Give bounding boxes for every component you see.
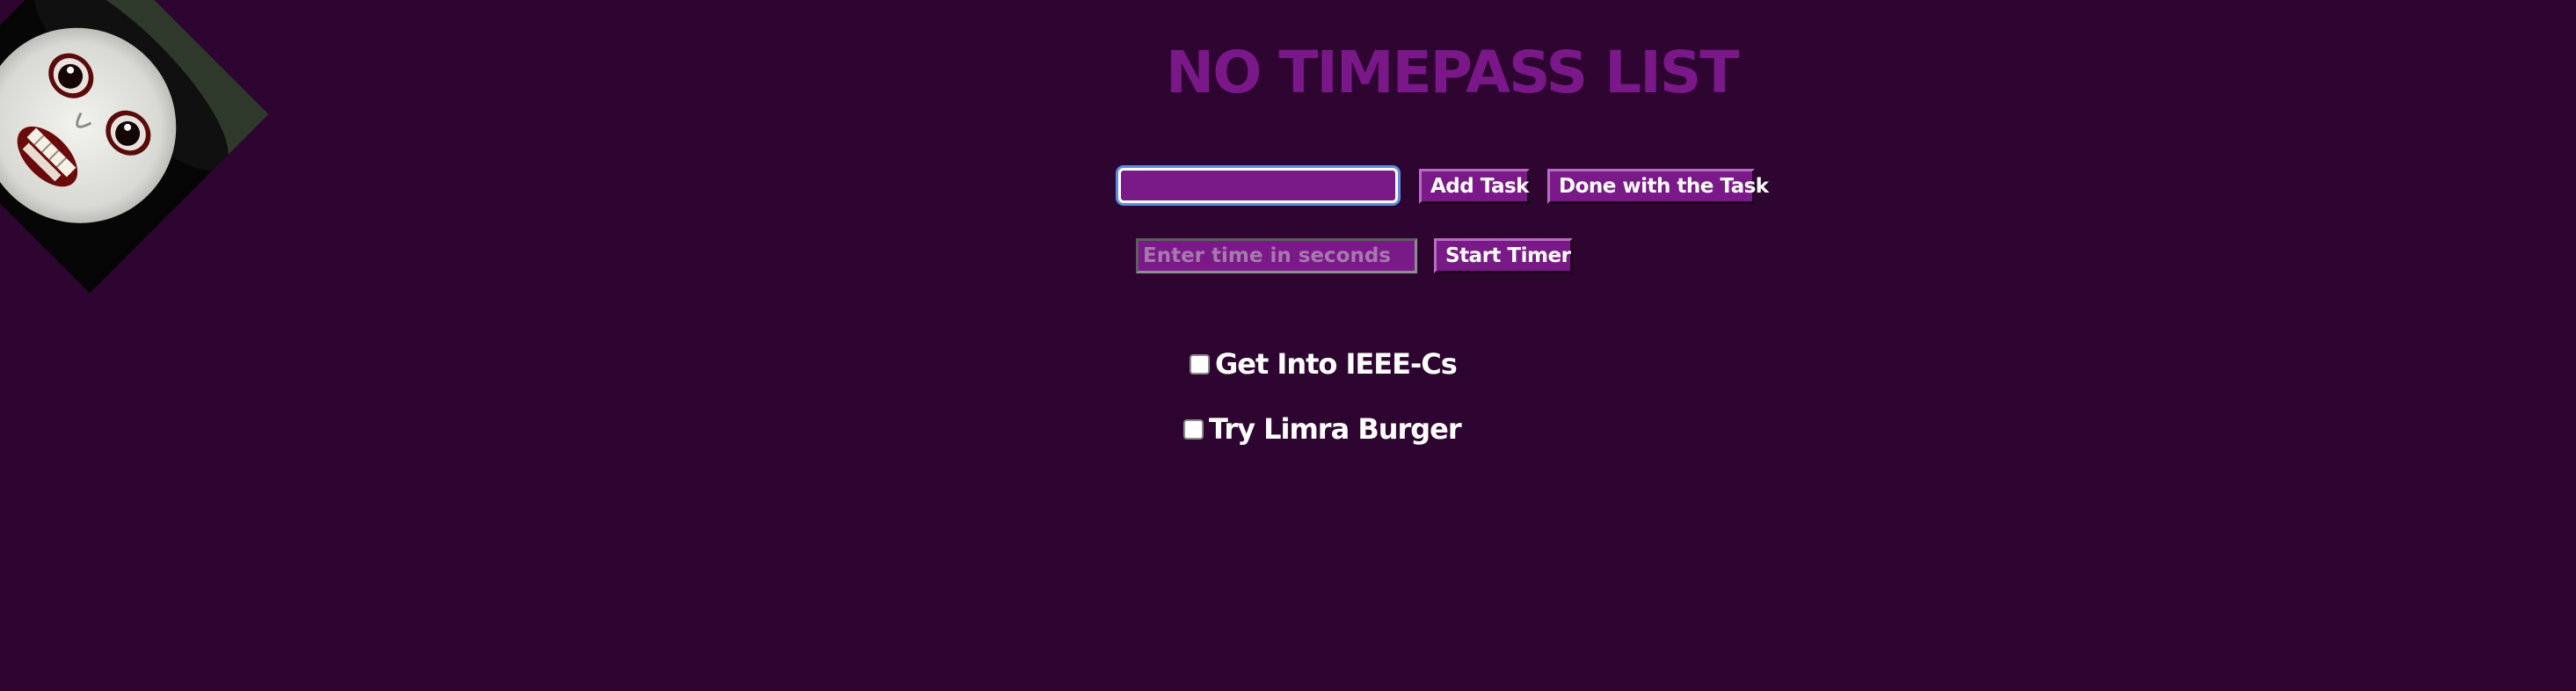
done-task-button[interactable]: Done with the Task (1547, 169, 1769, 204)
task-label: Try Limra Burger (1209, 412, 1462, 446)
task-checkbox[interactable] (1190, 353, 1210, 375)
task-list-item: Try Limra Burger (1183, 412, 1462, 446)
mask-face-image (0, 0, 269, 294)
timer-seconds-input[interactable] (1136, 238, 1417, 273)
page: NO TIMEPASS LIST Add Task Done with the … (0, 0, 2576, 691)
add-task-button[interactable]: Add Task (1419, 169, 1530, 204)
task-label: Get Into IEEE-Cs (1215, 347, 1458, 381)
task-checkbox[interactable] (1183, 418, 1204, 440)
page-title: NO TIMEPASS LIST (1166, 39, 1739, 106)
task-input[interactable] (1118, 168, 1398, 203)
start-timer-button[interactable]: Start Timer (1434, 238, 1573, 273)
task-list-item: Get Into IEEE-Cs (1190, 347, 1458, 381)
